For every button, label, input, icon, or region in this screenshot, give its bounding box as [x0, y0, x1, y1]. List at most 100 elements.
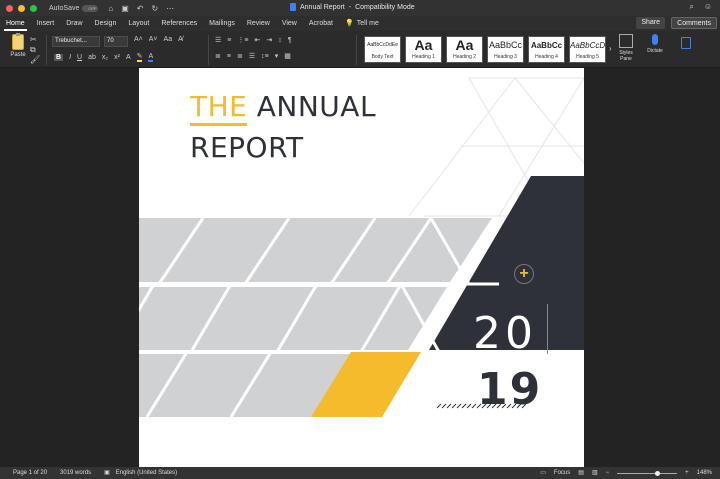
zoom-in-icon[interactable]: +: [685, 467, 689, 479]
document-page[interactable]: THE ANNUAL REPORT + 20 19: [139, 68, 584, 467]
style-sample: AaBbCcD: [570, 41, 605, 50]
share-button[interactable]: Share: [636, 17, 665, 29]
italic-icon[interactable]: I: [69, 54, 71, 61]
justify-icon[interactable]: ☰: [249, 52, 255, 60]
shading-icon[interactable]: ▾: [275, 52, 279, 60]
show-marks-icon[interactable]: ¶: [288, 37, 292, 44]
borders-icon[interactable]: ▦: [284, 52, 291, 60]
subscript-icon[interactable]: x₂: [102, 54, 108, 61]
word-count[interactable]: 3019 words: [60, 467, 91, 479]
tab-view[interactable]: View: [276, 16, 303, 31]
tell-me-search[interactable]: 💡 Tell me: [339, 16, 385, 31]
text-effects-icon[interactable]: A: [126, 54, 131, 61]
account-icon[interactable]: ☺: [704, 2, 712, 12]
align-left-icon[interactable]: ≣: [215, 52, 221, 60]
style-sample: Aa: [414, 37, 433, 53]
compatibility-mode-label: Compatibility Mode: [355, 3, 415, 11]
cover-title-line-2[interactable]: REPORT: [190, 131, 304, 164]
zoom-slider-thumb[interactable]: [655, 470, 661, 476]
web-layout-icon[interactable]: ▥: [592, 467, 598, 479]
numbering-icon[interactable]: ≡: [227, 37, 231, 44]
comments-button[interactable]: Comments: [671, 17, 717, 29]
window-controls: [6, 4, 37, 12]
sort-icon[interactable]: ↕: [278, 37, 282, 44]
bullets-icon[interactable]: ☰: [215, 36, 221, 44]
shrink-font-icon[interactable]: A˅: [149, 36, 158, 43]
dictate-label: Dictate: [647, 48, 663, 54]
tab-insert[interactable]: Insert: [31, 16, 61, 31]
save-icon[interactable]: ▣: [121, 4, 129, 13]
grow-font-icon[interactable]: A˄: [134, 36, 143, 43]
align-center-icon[interactable]: ≡: [227, 53, 231, 60]
copy-icon[interactable]: ⧉: [30, 45, 40, 55]
clear-formatting-icon[interactable]: A̸: [178, 36, 183, 43]
font-size-dropdown[interactable]: 70: [104, 36, 128, 47]
font-name-dropdown[interactable]: Trebuchet...: [52, 36, 100, 47]
ribbon-divider: [356, 35, 357, 65]
title-highlight-word: THE: [190, 90, 248, 123]
decrease-indent-icon[interactable]: ⇤: [254, 36, 260, 44]
print-layout-icon[interactable]: ▤: [578, 467, 584, 479]
superscript-icon[interactable]: x²: [114, 54, 120, 61]
style-heading-1[interactable]: Aa Heading 1: [405, 36, 442, 63]
autosave-toggle[interactable]: OFF: [82, 4, 99, 12]
increase-indent-icon[interactable]: ⇥: [266, 36, 272, 44]
format-painter-icon[interactable]: 🖌: [30, 55, 40, 65]
strikethrough-icon[interactable]: ab: [88, 54, 96, 61]
tab-layout[interactable]: Layout: [122, 16, 155, 31]
multilevel-list-icon[interactable]: ⋮≡: [237, 36, 248, 44]
sensitivity-icon[interactable]: [681, 37, 691, 49]
line-spacing-icon[interactable]: ↕≡: [261, 53, 269, 60]
styles-pane-label: Styles Pane: [619, 50, 633, 62]
focus-icon[interactable]: ▭: [540, 467, 546, 479]
title-separator: -: [348, 3, 352, 11]
zoom-slider[interactable]: [617, 470, 678, 476]
home-icon[interactable]: ⌂: [108, 4, 113, 13]
align-right-icon[interactable]: ≣: [237, 52, 243, 60]
zoom-level[interactable]: 148%: [697, 467, 712, 479]
close-window-button[interactable]: [6, 4, 13, 12]
zoom-out-icon[interactable]: −: [606, 467, 610, 479]
language-indicator[interactable]: English (United States): [116, 467, 177, 479]
focus-button[interactable]: Focus: [554, 467, 570, 479]
titlebar-right: ⌕ ☺: [689, 2, 712, 12]
chevron-right-icon[interactable]: ›: [609, 44, 612, 53]
underline-icon[interactable]: U: [77, 54, 82, 61]
tab-references[interactable]: References: [155, 16, 203, 31]
text-cursor: [547, 304, 548, 354]
style-name: Heading 4: [535, 54, 558, 60]
cover-title-line-1[interactable]: THE ANNUAL: [190, 90, 376, 123]
style-heading-5[interactable]: AaBbCcD Heading 5: [569, 36, 606, 63]
tab-home[interactable]: Home: [0, 16, 31, 31]
dictate-button[interactable]: Dictate: [644, 34, 666, 54]
search-icon[interactable]: ⌕: [689, 2, 693, 12]
style-heading-4[interactable]: AaBbCc Heading 4: [528, 36, 565, 63]
style-body-text[interactable]: AaBbCcDdEe Body Text: [364, 36, 401, 63]
styles-pane-button[interactable]: Styles Pane: [616, 34, 636, 62]
tab-draw[interactable]: Draw: [60, 16, 88, 31]
document-canvas[interactable]: THE ANNUAL REPORT + 20 19: [0, 68, 720, 467]
highlight-color-icon[interactable]: ✎: [136, 52, 143, 62]
tab-design[interactable]: Design: [89, 16, 123, 31]
change-case-icon[interactable]: Aa: [164, 36, 173, 43]
paste-button[interactable]: Paste: [7, 33, 29, 58]
style-sample: AaBbCcDdEe: [367, 42, 398, 48]
minimize-window-button[interactable]: [18, 4, 25, 12]
undo-icon[interactable]: ↶: [137, 4, 144, 13]
maximize-window-button[interactable]: [30, 4, 37, 12]
style-heading-3[interactable]: AaBbCc Heading 3: [487, 36, 524, 63]
bold-icon[interactable]: B: [54, 53, 64, 61]
page-count[interactable]: Page 1 of 20: [13, 467, 47, 479]
tab-review[interactable]: Review: [241, 16, 276, 31]
more-icon[interactable]: ⋯: [166, 4, 174, 13]
tab-acrobat[interactable]: Acrobat: [303, 16, 339, 31]
tab-mailings[interactable]: Mailings: [203, 16, 241, 31]
vertical-scrollbar[interactable]: [713, 70, 717, 465]
year-second-half[interactable]: 19: [477, 364, 542, 415]
font-color-icon[interactable]: A: [148, 53, 154, 62]
redo-icon[interactable]: ↻: [151, 4, 158, 13]
year-first-half[interactable]: 20: [473, 308, 537, 359]
proofing-icon[interactable]: ▣: [104, 467, 110, 479]
style-heading-2[interactable]: Aa Heading 2: [446, 36, 483, 63]
cut-icon[interactable]: ✂: [30, 35, 40, 45]
